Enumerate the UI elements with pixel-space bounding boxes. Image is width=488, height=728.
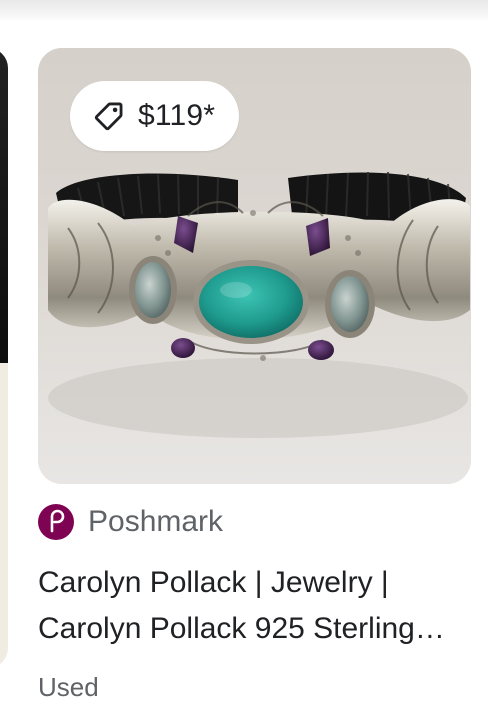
- price-label: $119*: [138, 99, 216, 132]
- merchant-row[interactable]: Poshmark: [38, 502, 223, 542]
- product-card[interactable]: $119* Poshmark Carolyn Pollack | Jewelry…: [0, 0, 488, 728]
- price-chip[interactable]: $119*: [70, 81, 240, 151]
- shopping-results-page: $119* Poshmark Carolyn Pollack | Jewelry…: [0, 0, 488, 728]
- condition-label: Used: [38, 672, 99, 702]
- tag-icon: [94, 102, 123, 131]
- product-title[interactable]: Carolyn Pollack | Jewelry | Carolyn Poll…: [38, 560, 470, 652]
- poshmark-logo-icon: [38, 504, 74, 540]
- merchant-name: Poshmark: [88, 505, 224, 538]
